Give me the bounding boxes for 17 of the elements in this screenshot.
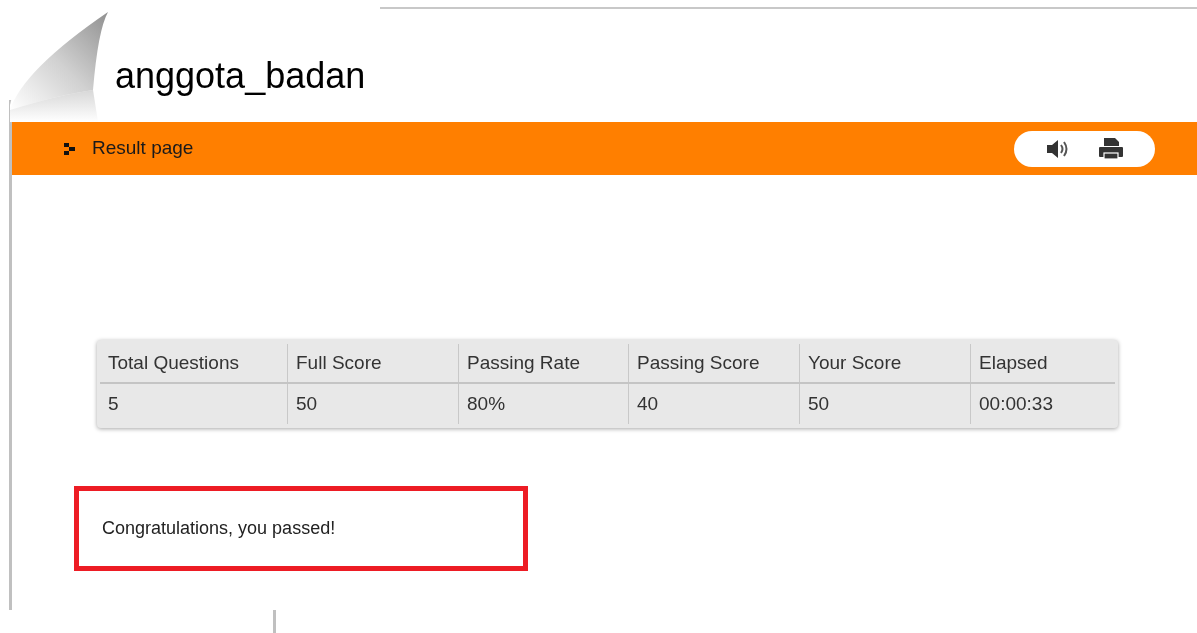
column-header: Passing Rate bbox=[467, 350, 580, 375]
table-cell-text: 5 bbox=[108, 391, 119, 416]
bullet-icon bbox=[62, 140, 78, 157]
page-title: anggota_badan bbox=[115, 58, 366, 94]
table-cell-text: 50 bbox=[296, 391, 318, 416]
table-cell-text: 40 bbox=[637, 391, 659, 416]
table-cell-text: 50 bbox=[808, 391, 830, 416]
toolbar-label: Result page bbox=[92, 136, 194, 161]
column-header: Elapsed bbox=[979, 350, 1048, 375]
column-header: Your Score bbox=[808, 350, 902, 375]
print-icon[interactable] bbox=[1096, 136, 1125, 161]
column-header: Full Score bbox=[296, 350, 382, 375]
column-header: Passing Score bbox=[637, 350, 760, 375]
table-cell-text: 00:00:33 bbox=[979, 391, 1053, 416]
message-text: Congratulations, you passed! bbox=[102, 517, 336, 540]
table-cell-text: 80% bbox=[467, 391, 506, 416]
column-header: Total Questions bbox=[108, 350, 239, 375]
